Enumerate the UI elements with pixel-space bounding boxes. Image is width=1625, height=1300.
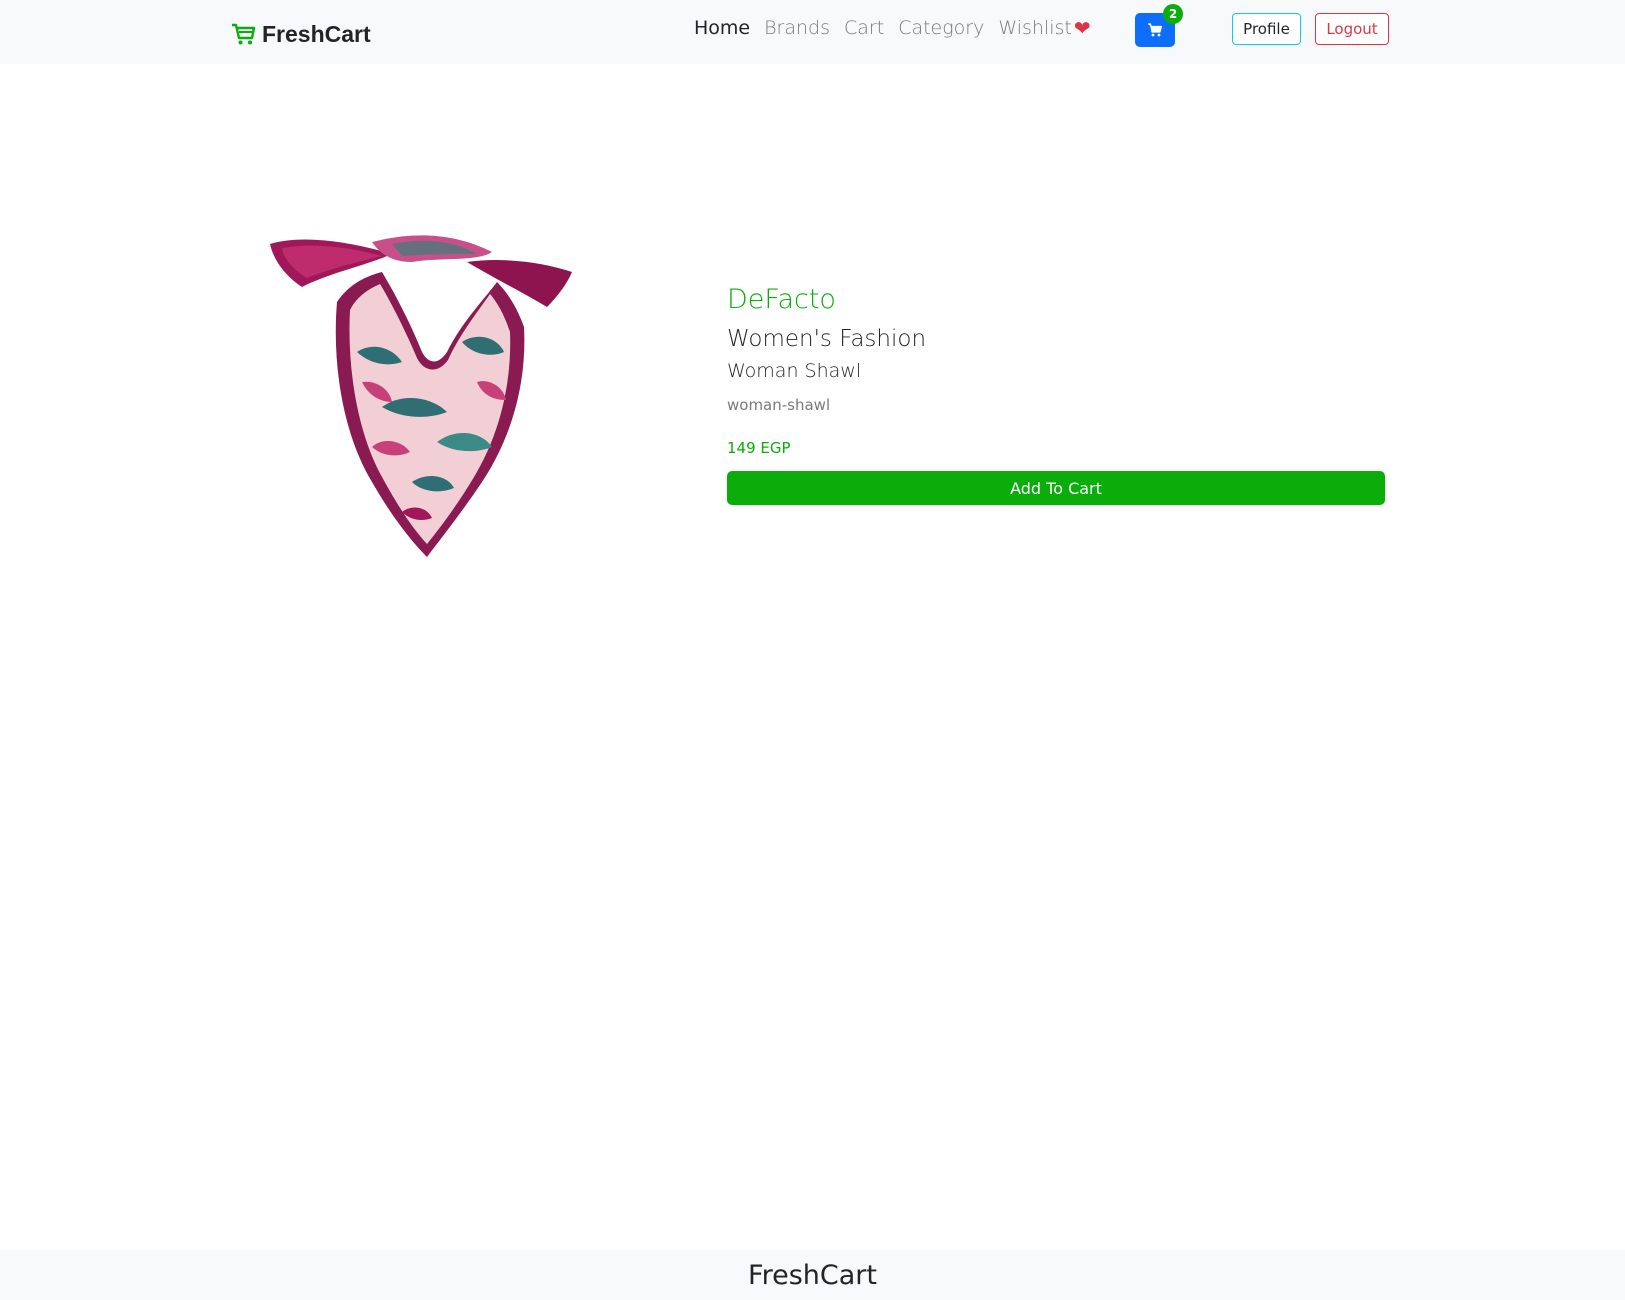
woman-shawl-image	[270, 235, 572, 557]
nav-link-wishlist-label[interactable]: Wishlist	[998, 17, 1072, 39]
nav-link-category[interactable]: Category	[898, 17, 984, 39]
product-category: Women's Fashion	[727, 326, 927, 352]
nav-link-cart[interactable]: Cart	[844, 17, 884, 39]
cart-logo-icon	[232, 23, 256, 45]
product-price: 149 EGP	[727, 439, 791, 457]
brand-logo[interactable]: FreshCart	[230, 18, 371, 50]
product-title: Woman Shawl	[727, 360, 862, 382]
product-brand: DeFacto	[727, 284, 836, 315]
add-to-cart-button[interactable]: Add To Cart	[727, 471, 1385, 505]
shopping-cart-icon	[1148, 23, 1163, 37]
brand-name: FreshCart	[262, 20, 371, 47]
nav-link-home[interactable]: Home	[694, 17, 750, 39]
cart-count-badge: 2	[1163, 4, 1183, 24]
heart-icon: ❤	[1073, 16, 1091, 40]
navbar: FreshCart Home Brands Cart Category Wish…	[0, 0, 1625, 64]
product-details: DeFacto Women's Fashion Woman Shawl woma…	[727, 280, 1385, 505]
nav-link-wishlist[interactable]: Wishlist ❤	[998, 17, 1090, 39]
footer: FreshCart	[0, 1250, 1625, 1300]
nav-links: Home Brands Cart Category Wishlist ❤	[694, 14, 1091, 42]
nav-link-brands[interactable]: Brands	[764, 17, 830, 39]
footer-brand: FreshCart	[748, 1259, 877, 1291]
logout-button[interactable]: Logout	[1315, 13, 1389, 45]
profile-button[interactable]: Profile	[1232, 13, 1301, 45]
product-slug: woman-shawl	[727, 396, 831, 414]
